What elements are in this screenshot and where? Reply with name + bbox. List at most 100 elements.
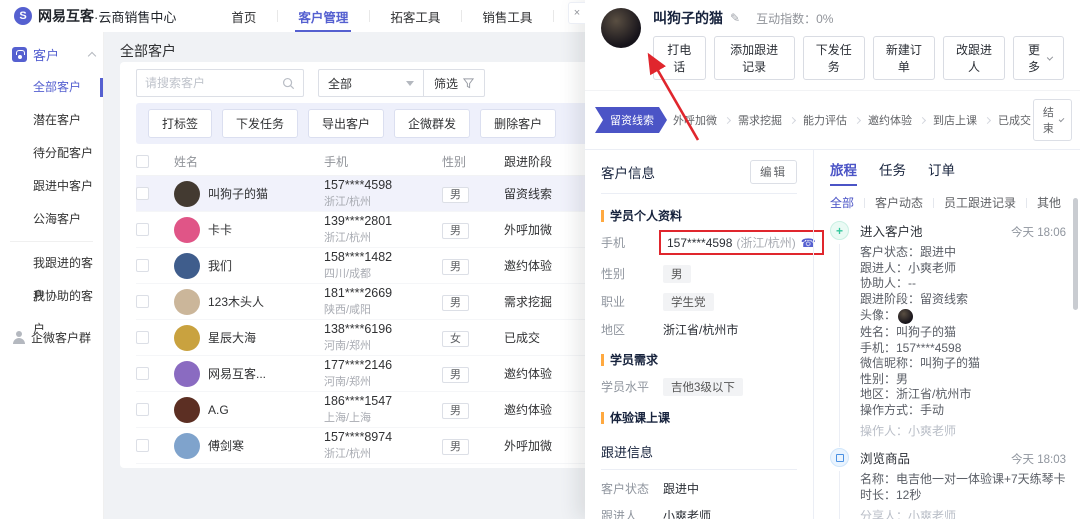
sidebar-item-my-assists[interactable]: 我协助的客户 [0, 280, 103, 313]
avatar [174, 433, 200, 459]
search-input[interactable] [145, 76, 282, 90]
interaction-index-label: 互动指数： [756, 12, 816, 26]
new-order-button[interactable]: 新建订单 [873, 36, 935, 80]
export-customers-button[interactable]: 导出客户 [308, 109, 384, 138]
phone-region: 陕西/咸阳 [324, 301, 442, 317]
collapse-chevron-icon[interactable] [88, 52, 96, 60]
job-label: 职业 [601, 293, 663, 310]
stage-step[interactable]: 已成交 [992, 112, 1033, 128]
avatar [174, 181, 200, 207]
row-checkbox[interactable] [136, 295, 149, 308]
avatar [174, 361, 200, 387]
stage-cell: 外呼加微 [504, 437, 596, 454]
end-stage-button[interactable]: 结束 [1033, 99, 1072, 141]
customer-name-link[interactable]: A.G [208, 403, 229, 417]
row-checkbox[interactable] [136, 403, 149, 416]
row-checkbox[interactable] [136, 259, 149, 272]
chevron-right-icon [984, 116, 991, 123]
wecom-broadcast-button[interactable]: 企微群发 [394, 109, 470, 138]
nav-item-sales-tools[interactable]: 销售工具 [461, 0, 553, 32]
stage-step[interactable]: 邀约体验 [862, 112, 914, 128]
call-button[interactable]: 打电话 [653, 36, 706, 80]
annotation-red-box: 157****4598 (浙江/杭州) ☎ [659, 230, 824, 255]
sidebar-section-customers[interactable]: 客户 [0, 38, 103, 71]
row-checkbox[interactable] [136, 187, 149, 200]
nav-item-home[interactable]: 首页 [210, 0, 277, 32]
stage-step[interactable]: 外呼加微 [667, 112, 719, 128]
customer-name-link[interactable]: 叫狗子的猫 [208, 185, 268, 202]
chevron-right-icon [919, 116, 926, 123]
entry-line: 时长：12秒 [860, 488, 1066, 504]
phone-region: 上海/上海 [324, 409, 442, 425]
tab-journey[interactable]: 旅程 [830, 159, 857, 179]
sidebar-item-my-followups[interactable]: 我跟进的客户 [0, 247, 103, 280]
phone-number: 158****1482 [324, 250, 442, 264]
tab-orders[interactable]: 订单 [928, 159, 955, 179]
delete-customers-button[interactable]: 删除客户 [480, 109, 556, 138]
avatar [174, 253, 200, 279]
assign-task-button[interactable]: 下发任务 [803, 36, 865, 80]
sidebar: 客户 全部客户 潜在客户 待分配客户 跟进中客户 公海客户 我跟进的客户 我协助… [0, 32, 104, 519]
sidebar-item-in-progress[interactable]: 跟进中客户 [0, 170, 103, 203]
scope-select[interactable]: 全部 [318, 69, 424, 97]
more-button[interactable]: 更多 [1013, 36, 1064, 80]
customer-name-link[interactable]: 傅剑寒 [208, 437, 244, 454]
customer-name-link[interactable]: 卡卡 [208, 221, 232, 238]
select-all-checkbox[interactable] [136, 155, 149, 168]
end-label: 结束 [1042, 104, 1055, 136]
filter-button[interactable]: 筛选 [424, 69, 485, 97]
customer-name-link[interactable]: 网易互客... [208, 365, 266, 382]
header-gender: 性别 [442, 153, 504, 170]
nav-item-acquisition-tools[interactable]: 拓客工具 [369, 0, 461, 32]
phone-region: (浙江/杭州) [736, 234, 795, 251]
row-checkbox[interactable] [136, 367, 149, 380]
phone-label: 手机 [601, 234, 663, 251]
customer-name-link[interactable]: 我们 [208, 257, 232, 274]
sidebar-item-all-customers[interactable]: 全部客户 [0, 71, 103, 104]
add-followup-record-button[interactable]: 添加跟进记录 [714, 36, 795, 80]
assign-task-button[interactable]: 下发任务 [222, 109, 298, 138]
sidebar-item-wecom-groups[interactable]: 企微客户群 [0, 329, 103, 346]
entry-title: 进入客户池 [860, 221, 923, 240]
entry-title: 浏览商品 [860, 448, 910, 467]
sidebar-item-potential[interactable]: 潜在客户 [0, 104, 103, 137]
scrollbar-thumb[interactable] [1073, 198, 1078, 310]
phone-value: 157****4598 [667, 236, 732, 250]
search-icon[interactable] [282, 77, 295, 90]
entry-line: 名称：电吉他一对一体验课+7天练琴卡 [860, 472, 1066, 488]
journey-filter-staff-records[interactable]: 员工跟进记录 [944, 194, 1016, 211]
tab-tasks[interactable]: 任务 [879, 159, 906, 179]
edit-info-button[interactable]: 编辑 [750, 160, 797, 184]
stage-step[interactable]: 需求挖掘 [732, 112, 784, 128]
tag-button[interactable]: 打标签 [148, 109, 212, 138]
stage-step[interactable]: 能力评估 [797, 112, 849, 128]
nav-item-customer-mgmt[interactable]: 客户管理 [277, 0, 369, 32]
drawer-close-button[interactable]: × [568, 2, 585, 24]
stage-cell: 已成交 [504, 329, 596, 346]
row-checkbox[interactable] [136, 331, 149, 344]
status-label: 客户状态 [601, 480, 663, 497]
row-checkbox[interactable] [136, 223, 149, 236]
sidebar-item-unassigned[interactable]: 待分配客户 [0, 137, 103, 170]
stage-step[interactable]: 到店上课 [927, 112, 979, 128]
entry-line: 客户状态：跟进中 [860, 245, 1066, 261]
chevron-down-icon [1058, 116, 1064, 122]
stage-step-active[interactable]: 留资线索 [595, 107, 667, 133]
journey-filter-customer-activity[interactable]: 客户动态 [875, 194, 923, 211]
gender-tag: 女 [442, 331, 469, 347]
journey-filter-all[interactable]: 全部 [830, 194, 854, 211]
customer-name-link[interactable]: 星辰大海 [208, 329, 256, 346]
change-owner-button[interactable]: 改跟进人 [943, 36, 1005, 80]
journey-filter-other[interactable]: 其他 [1037, 194, 1061, 211]
stage-cell: 留资线索 [504, 185, 596, 202]
gender-tag: 男 [442, 187, 469, 203]
row-checkbox[interactable] [136, 439, 149, 452]
sidebar-item-public-pool[interactable]: 公海客户 [0, 203, 103, 236]
edit-name-icon[interactable]: ✎ [730, 11, 740, 25]
more-label: 更多 [1025, 41, 1043, 75]
chevron-right-icon [724, 116, 731, 123]
drawer-header: 叫狗子的猫 ✎ 互动指数：0% 打电话 添加跟进记录 下发任务 新建订单 改跟进… [585, 0, 1080, 91]
customer-name-link[interactable]: 123木头人 [208, 293, 264, 310]
avatar [174, 289, 200, 315]
close-icon: × [574, 7, 580, 19]
